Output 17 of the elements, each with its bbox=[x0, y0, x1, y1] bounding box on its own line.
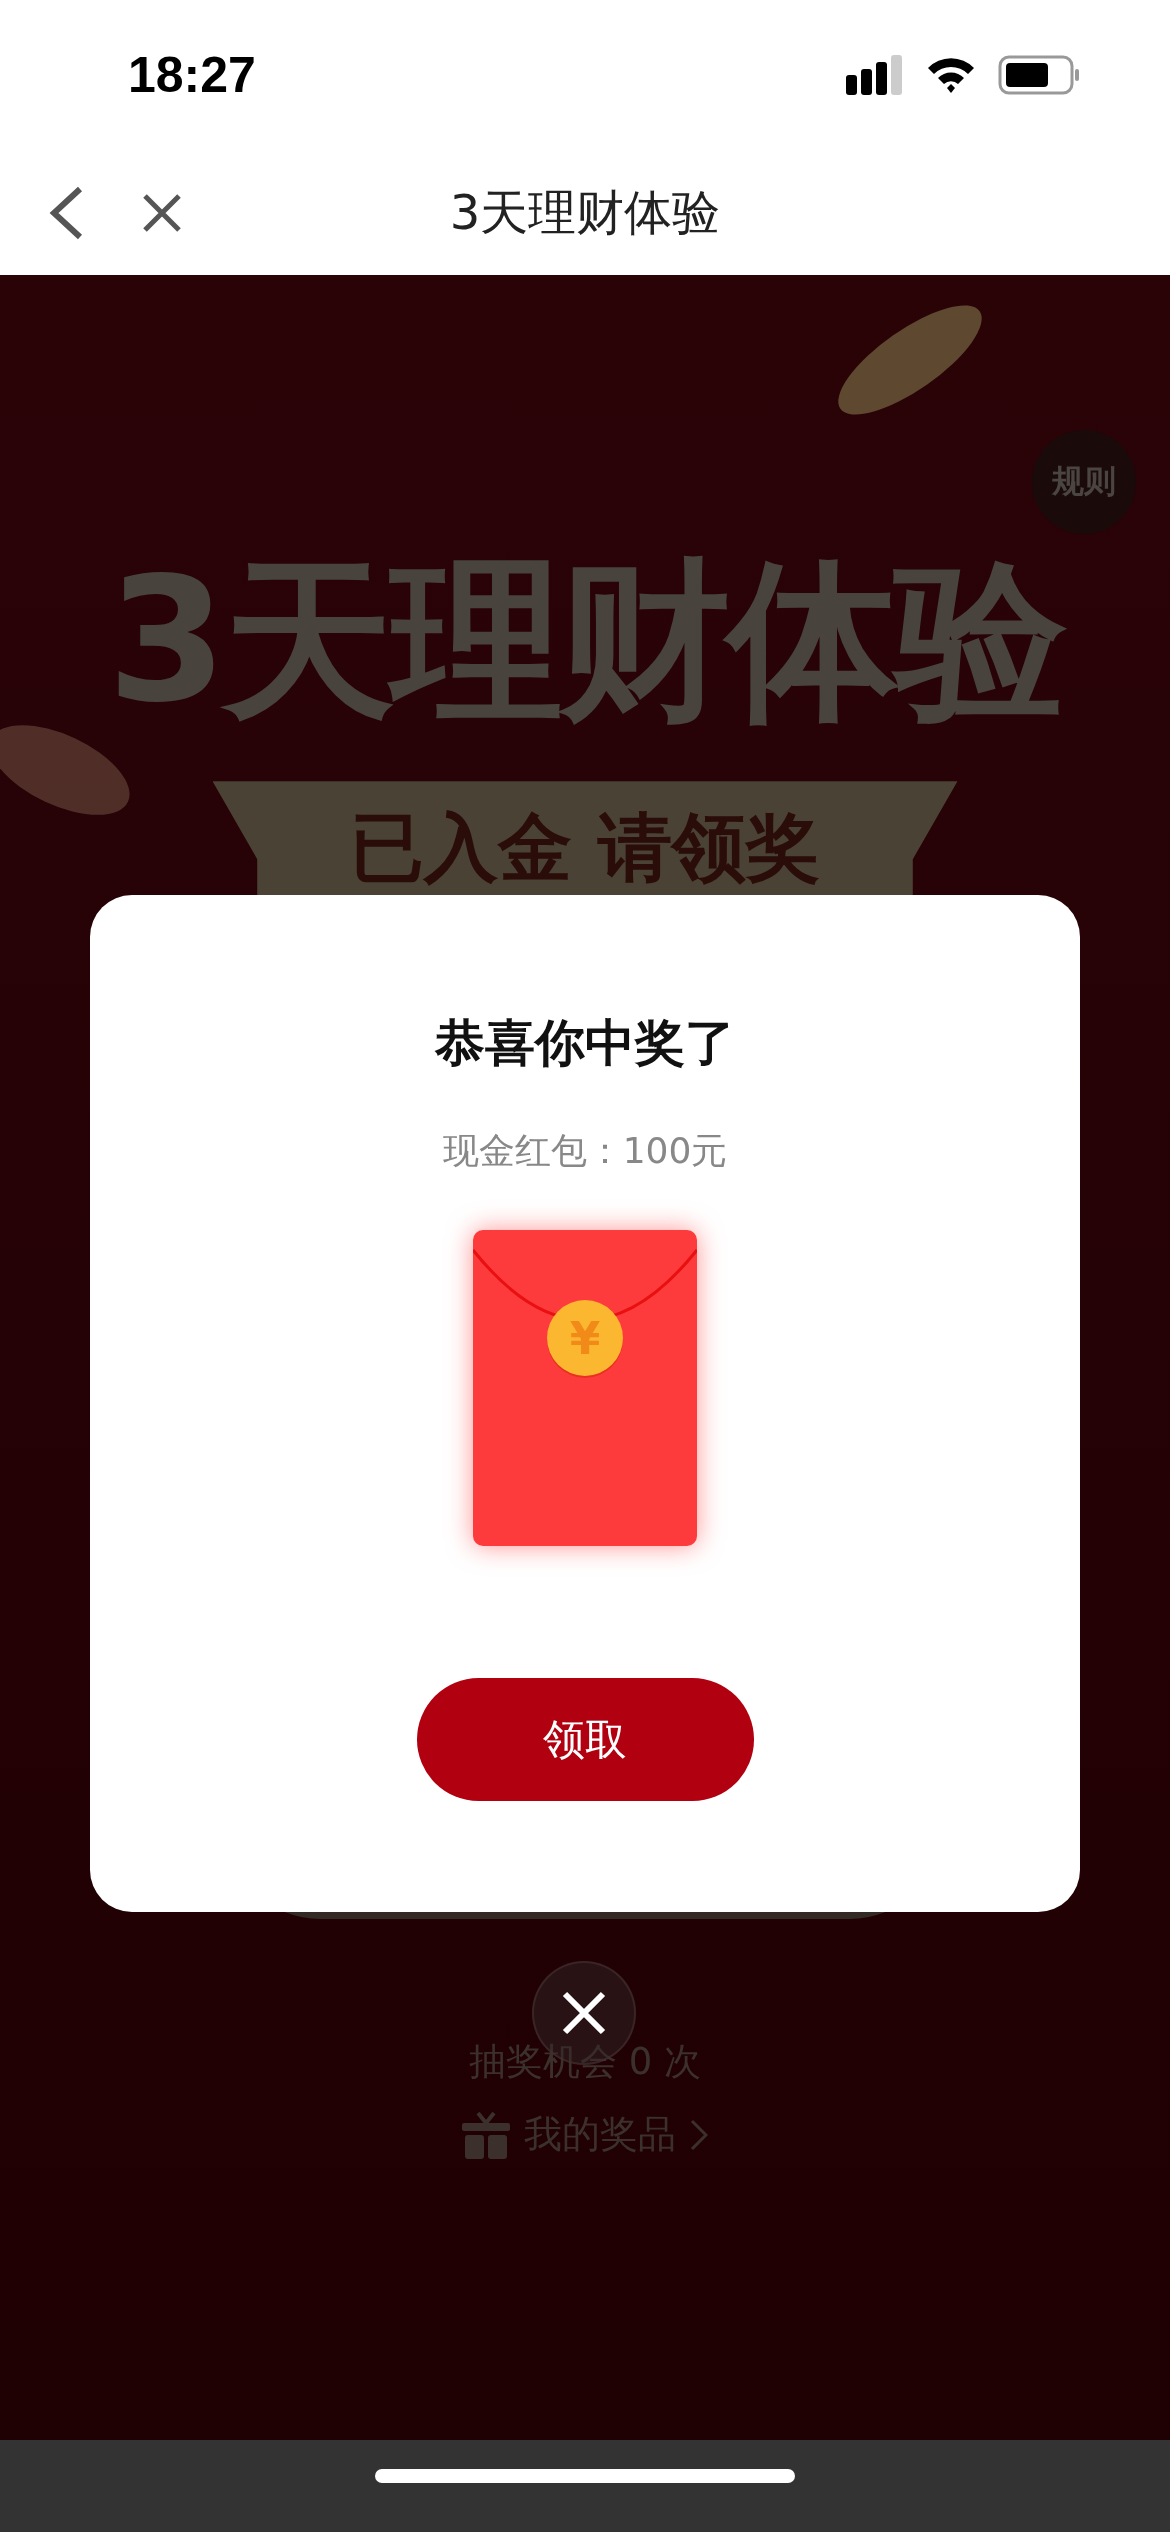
back-icon bbox=[48, 184, 84, 241]
signal-icon bbox=[846, 55, 904, 95]
prize-text: 现金红包：100元 bbox=[442, 1129, 728, 1173]
back-button[interactable] bbox=[48, 184, 84, 241]
dialog-title: 恭喜你中奖了 bbox=[435, 1013, 735, 1074]
claim-button[interactable]: 领取 bbox=[416, 1678, 754, 1801]
battery-icon bbox=[998, 55, 1080, 95]
chevron-right-icon bbox=[690, 2118, 708, 2151]
close-icon bbox=[142, 192, 182, 233]
envelope-drawing: ¥ bbox=[473, 1230, 697, 1546]
close-icon bbox=[560, 1989, 608, 2037]
close-button[interactable] bbox=[142, 192, 182, 233]
page-title: 3天理财体验 bbox=[449, 182, 721, 242]
wifi-icon bbox=[926, 56, 976, 94]
status-time: 18:27 bbox=[128, 46, 256, 104]
rules-button[interactable]: 规则 bbox=[1032, 430, 1136, 534]
gift-icon bbox=[462, 2110, 510, 2159]
